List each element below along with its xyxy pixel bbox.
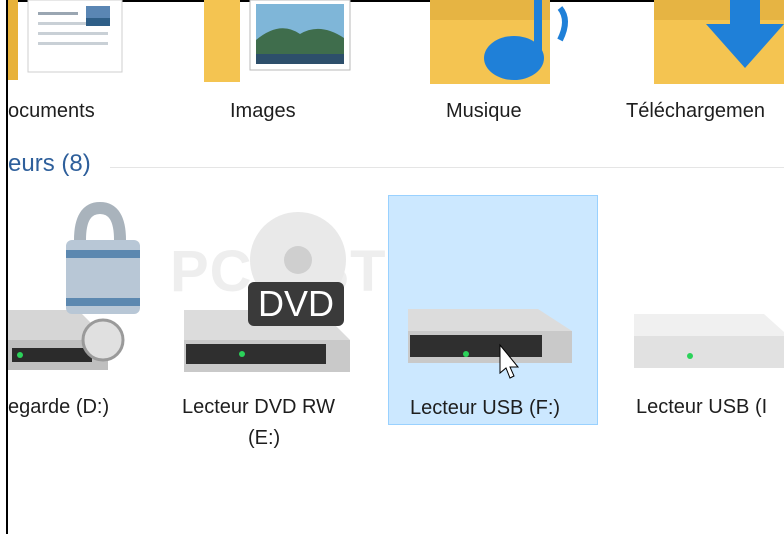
- folder-musique[interactable]: Musique: [410, 0, 590, 140]
- locked-drive-icon: [8, 201, 140, 370]
- music-folder-icon: [430, 0, 568, 84]
- drive-d[interactable]: egarde (D:): [8, 200, 168, 430]
- folder-documents[interactable]: ocuments: [8, 0, 168, 140]
- folder-label-documents: ocuments: [8, 100, 95, 122]
- section-title-devices[interactable]: eurs (8): [8, 150, 91, 178]
- folder-telechargements[interactable]: Téléchargemen: [620, 0, 784, 140]
- drive-i[interactable]: Lecteur USB (I: [620, 200, 784, 430]
- folder-label-musique: Musique: [446, 100, 522, 122]
- drive-label-d: egarde (D:): [8, 396, 110, 418]
- section-divider: [110, 167, 784, 168]
- drive-e[interactable]: DVD Lecteur DVD RW (E:): [170, 200, 380, 460]
- folder-images[interactable]: Images: [190, 0, 360, 140]
- folder-label-telechargements: Téléchargemen: [626, 100, 765, 122]
- documents-folder-icon: [8, 0, 123, 80]
- downloads-folder-icon: [654, 0, 784, 84]
- usb-drive-icon: [408, 309, 572, 379]
- drive-f[interactable]: Lecteur USB (F:): [388, 195, 598, 425]
- images-folder-icon: [204, 0, 351, 82]
- drive-label-f: Lecteur USB (F:): [410, 397, 561, 419]
- folder-label-images: Images: [230, 100, 296, 122]
- drive-label-i: Lecteur USB (I: [636, 396, 768, 418]
- usb-drive-icon: [634, 314, 784, 368]
- drive-label-e-line2: (E:): [248, 427, 281, 449]
- dvd-badge: DVD: [248, 282, 344, 326]
- drive-label-e-line1: Lecteur DVD RW: [182, 396, 336, 418]
